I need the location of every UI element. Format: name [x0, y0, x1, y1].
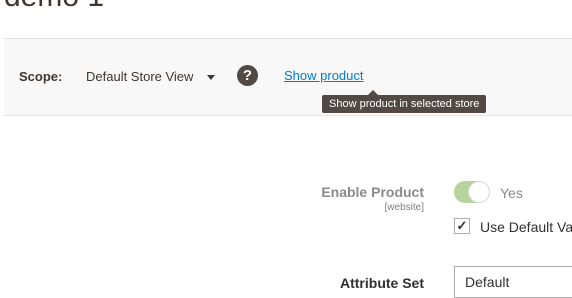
enable-product-toggle[interactable] [454, 181, 490, 203]
attribute-set-select[interactable]: Default [454, 266, 572, 298]
website-scope-note: [website] [384, 202, 424, 213]
page-title: demo 1 [4, 0, 104, 13]
enable-product-label: Enable Product [321, 184, 424, 200]
caret-down-icon [207, 75, 216, 81]
checkmark-icon: ✓ [456, 218, 468, 233]
use-default-label: Use Default Va [480, 219, 572, 235]
store-scope-bar: Scope: Default Store View ? Show product… [4, 38, 572, 116]
use-default-checkbox[interactable]: ✓ [454, 218, 470, 234]
help-icon[interactable]: ? [237, 65, 258, 86]
store-view-switcher[interactable]: Default Store View [86, 69, 216, 84]
scope-label: Scope: [19, 69, 63, 84]
attribute-set-label: Attribute Set [340, 275, 424, 291]
toggle-knob [469, 182, 489, 202]
store-view-current: Default Store View [86, 69, 194, 84]
show-product-link[interactable]: Show product [284, 68, 364, 83]
enable-product-value: Yes [500, 185, 523, 201]
show-product-tooltip: Show product in selected store [322, 90, 487, 113]
